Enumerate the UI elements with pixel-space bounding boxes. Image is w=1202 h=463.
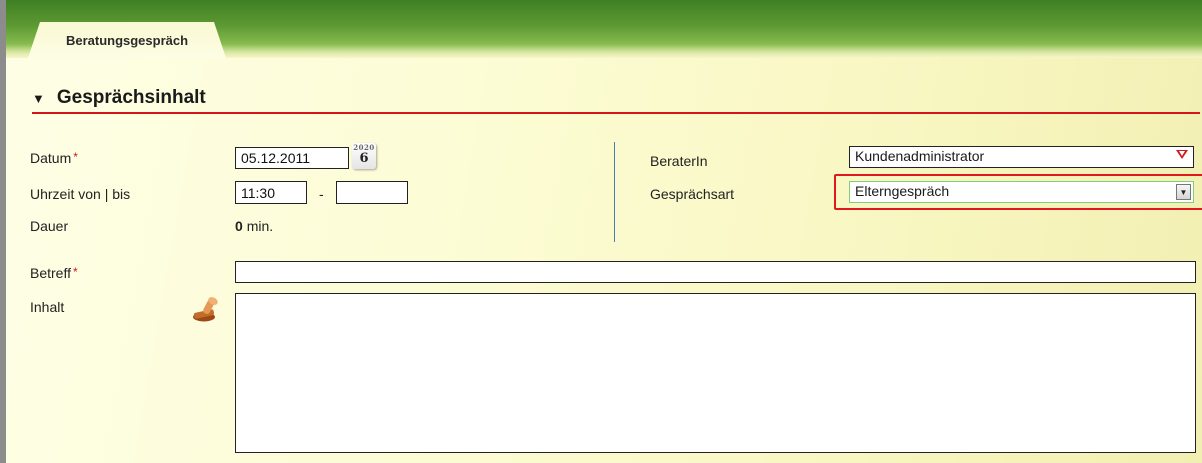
triangle-down-icon[interactable]: ▼	[32, 91, 45, 106]
uhrzeit-label: Uhrzeit von | bis	[30, 186, 131, 202]
gespraechsart-select[interactable]: Elterngespräch ▼	[849, 181, 1194, 203]
betreff-label-text: Betreff	[30, 265, 71, 281]
betreff-input[interactable]	[235, 261, 1196, 283]
inhalt-textarea[interactable]	[235, 293, 1196, 453]
gespraechsart-value: Elterngespräch	[855, 183, 950, 199]
required-marker: *	[73, 265, 78, 279]
datum-label-text: Datum	[30, 150, 72, 166]
beraterin-select[interactable]: Kundenadministrator	[849, 146, 1194, 168]
stamp-icon[interactable]	[190, 297, 226, 328]
section-title: Gesprächsinhalt	[56, 87, 206, 108]
dauer-unit: min.	[246, 218, 274, 234]
datum-label: Datum *	[30, 150, 78, 166]
beraterin-label: BeraterIn	[650, 153, 708, 169]
calendar-day: 6	[359, 151, 369, 166]
tab-label: Beratungsgespräch	[65, 32, 189, 48]
dropdown-arrow-icon[interactable]	[1176, 150, 1188, 159]
uhrzeit-von-input[interactable]	[235, 181, 307, 204]
column-divider	[614, 142, 615, 242]
dauer-label: Dauer	[30, 218, 69, 234]
section-header[interactable]: ▼ Gesprächsinhalt	[32, 84, 1200, 114]
datum-input[interactable]	[235, 147, 349, 169]
beraterin-value: Kundenadministrator	[855, 148, 985, 164]
dauer-value: 0 min.	[235, 218, 273, 234]
form-panel: Beratungsgespräch ▼ Gesprächsinhalt Datu…	[0, 0, 1202, 463]
dauer-number: 0	[235, 218, 243, 234]
required-marker: *	[73, 150, 78, 164]
time-separator: -	[319, 186, 324, 202]
dropdown-arrow-icon[interactable]: ▼	[1176, 184, 1191, 200]
uhrzeit-bis-input[interactable]	[336, 181, 408, 204]
tab-beratungsgespraech[interactable]: Beratungsgespräch	[28, 22, 226, 58]
inhalt-label: Inhalt	[30, 299, 65, 315]
gespraechsart-label: Gesprächsart	[650, 186, 735, 202]
calendar-icon[interactable]: 2020 6	[352, 143, 376, 169]
betreff-label: Betreff *	[30, 265, 78, 281]
